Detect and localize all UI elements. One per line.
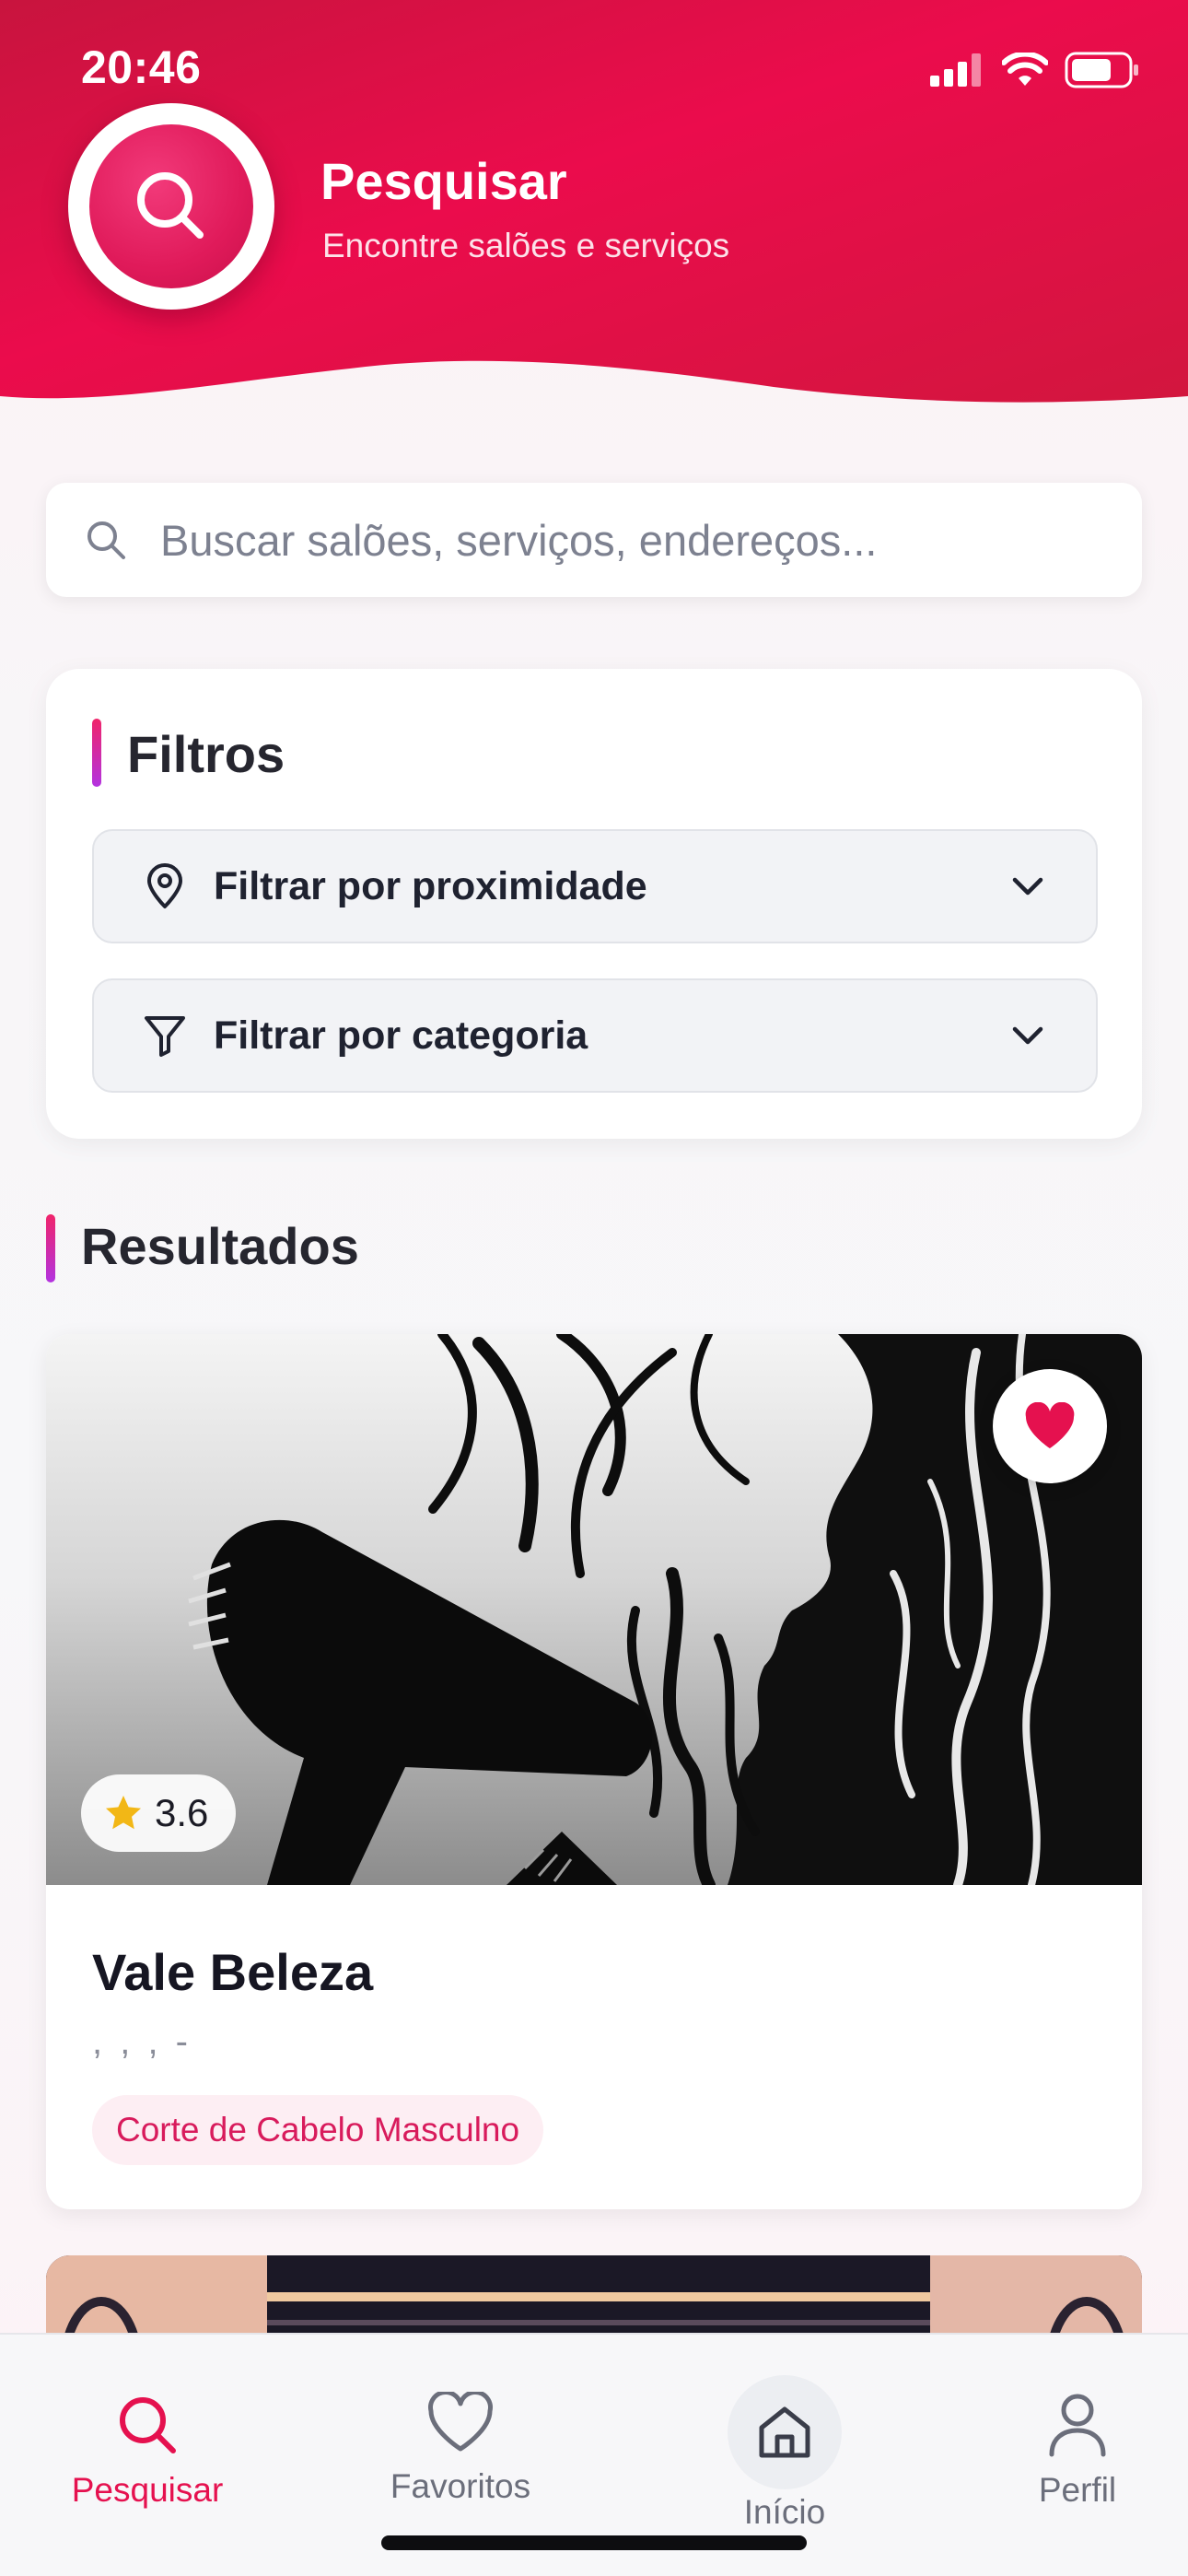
filters-accent-bar (92, 719, 101, 787)
chevron-down-icon (1007, 866, 1048, 907)
filters-card: Filtros Filtrar por proximidade Filtrar … (46, 669, 1142, 1139)
status-icons (930, 52, 1140, 88)
search-icon (83, 517, 129, 563)
wifi-icon (1002, 53, 1048, 86)
favorite-button[interactable] (993, 1369, 1107, 1483)
results-title: Resultados (81, 1217, 359, 1275)
salon-cover-image: 3.6 (46, 1334, 1142, 1885)
page-header: 20:46 Pesquisar Encontre salões e serviç… (0, 0, 1188, 415)
cellular-signal-icon (930, 53, 981, 87)
funnel-icon (142, 1013, 188, 1059)
search-bar[interactable] (46, 483, 1142, 597)
header-search-badge (68, 103, 274, 310)
search-input[interactable] (160, 514, 1081, 566)
nav-label: Início (743, 2493, 826, 2531)
filter-category-label: Filtrar por categoria (214, 1013, 588, 1058)
rating-badge: 3.6 (81, 1774, 237, 1852)
heart-filled-icon (1025, 1402, 1075, 1448)
filters-title: Filtros (127, 725, 285, 783)
filter-proximity-dropdown[interactable]: Filtrar por proximidade (92, 829, 1098, 943)
page-subtitle: Encontre salões e serviços (322, 227, 730, 264)
results-accent-bar (46, 1214, 55, 1282)
home-icon (759, 2406, 810, 2458)
nav-label: Pesquisar (71, 2471, 224, 2509)
rating-value: 3.6 (155, 1791, 209, 1834)
heart-icon (428, 2392, 493, 2452)
page-title: Pesquisar (320, 152, 567, 210)
service-chip[interactable]: Corte de Cabelo Masculno (92, 2095, 544, 2165)
nav-label: Favoritos (390, 2467, 531, 2505)
user-icon (1049, 2394, 1106, 2457)
search-icon (120, 2397, 176, 2453)
nav-item-pesquisar[interactable]: Pesquisar (66, 2392, 228, 2510)
location-pin-icon (142, 863, 188, 909)
filter-category-dropdown[interactable]: Filtrar por categoria (92, 978, 1098, 1093)
home-indicator (381, 2535, 807, 2550)
filter-proximity-label: Filtrar por proximidade (214, 863, 647, 908)
nav-label: Perfil (1038, 2471, 1117, 2509)
home-icon-bubble (728, 2375, 842, 2489)
salon-name: Vale Beleza (92, 1943, 374, 2001)
salon-address: , , , - (92, 2021, 192, 2062)
star-icon (106, 1796, 141, 1830)
status-time: 20:46 (81, 41, 202, 93)
chevron-down-icon (1007, 1015, 1048, 1056)
salon-card[interactable]: 3.6 Vale Beleza , , , - Corte de Cabelo … (46, 1334, 1142, 2209)
nav-item-favoritos[interactable]: Favoritos (379, 2392, 542, 2506)
nav-item-perfil[interactable]: Perfil (996, 2392, 1159, 2510)
search-icon (137, 172, 204, 239)
battery-icon (1065, 52, 1138, 88)
nav-item-inicio[interactable]: Início (704, 2375, 866, 2532)
